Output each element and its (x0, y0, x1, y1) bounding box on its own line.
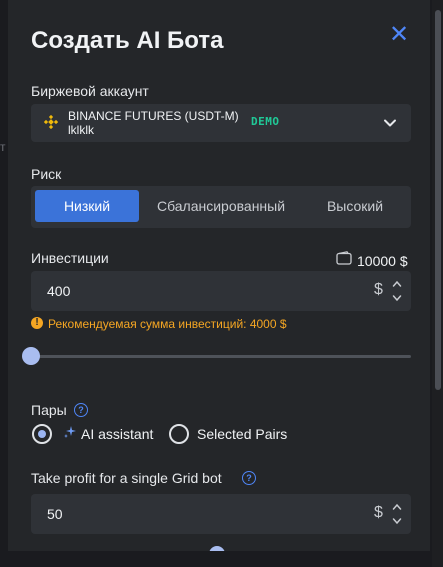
radio-selected-dot (38, 430, 46, 438)
take-profit-input[interactable]: 50 $ (31, 494, 411, 534)
risk-option-low[interactable]: Низкий (35, 190, 139, 222)
sparkle-icon (64, 426, 76, 438)
binance-logo-icon (44, 115, 58, 129)
take-profit-label: Take profit for a single Grid bot (31, 470, 222, 486)
pairs-radio-selected-pairs[interactable] (169, 424, 189, 444)
help-circle-icon[interactable]: ? (242, 471, 256, 485)
exchange-account-select[interactable]: BINANCE FUTURES (USDT-M) lklklk DEMO (31, 104, 411, 142)
exchange-name: BINANCE FUTURES (USDT-M) (68, 109, 239, 123)
risk-option-high[interactable]: Высокий (303, 190, 407, 222)
take-profit-stepper-icon[interactable] (391, 501, 403, 527)
investment-value: 400 (47, 283, 71, 299)
wallet-balance: 10000 $ (357, 253, 408, 269)
risk-option-balanced[interactable]: Сбалансированный (143, 190, 299, 222)
exchange-account-label: Биржевой аккаунт (31, 83, 149, 99)
wallet-icon (336, 251, 352, 265)
warning-circle-icon: ! (31, 317, 43, 329)
investment-label: Инвестиции (31, 250, 109, 266)
investment-currency: $ (374, 281, 383, 298)
investment-slider-track[interactable] (31, 355, 411, 358)
pairs-option-selected-pairs[interactable]: Selected Pairs (197, 426, 287, 442)
pairs-label: Пары (31, 402, 67, 418)
account-name: lklklk (68, 123, 94, 137)
risk-label: Риск (31, 166, 62, 182)
next-slider-thumb[interactable] (209, 546, 225, 551)
pairs-radio-ai-assistant[interactable] (32, 424, 52, 444)
demo-badge: DEMO (251, 115, 280, 128)
modal-title: Создать AI Бота (31, 27, 224, 54)
help-circle-icon[interactable]: ? (74, 403, 88, 417)
close-icon[interactable]: ✕ (388, 23, 410, 47)
take-profit-currency: $ (374, 504, 383, 521)
investment-input[interactable]: 400 $ (31, 271, 411, 311)
take-profit-value: 50 (47, 506, 63, 522)
investment-slider-thumb[interactable] (22, 347, 40, 365)
investment-warning: Рекомендуемая сумма инвестиций: 4000 $ (48, 317, 287, 331)
create-ai-bot-modal: Создать AI Бота ✕ Биржевой аккаунт BINAN… (8, 0, 430, 551)
risk-segmented-control: Низкий Сбалансированный Высокий (31, 186, 411, 228)
investment-stepper-icon[interactable] (391, 278, 403, 304)
scrollbar-thumb[interactable] (435, 10, 441, 390)
chevron-down-icon (384, 119, 396, 127)
pairs-option-ai-assistant[interactable]: AI assistant (81, 426, 153, 442)
backdrop-text-fragment: т (0, 140, 6, 154)
